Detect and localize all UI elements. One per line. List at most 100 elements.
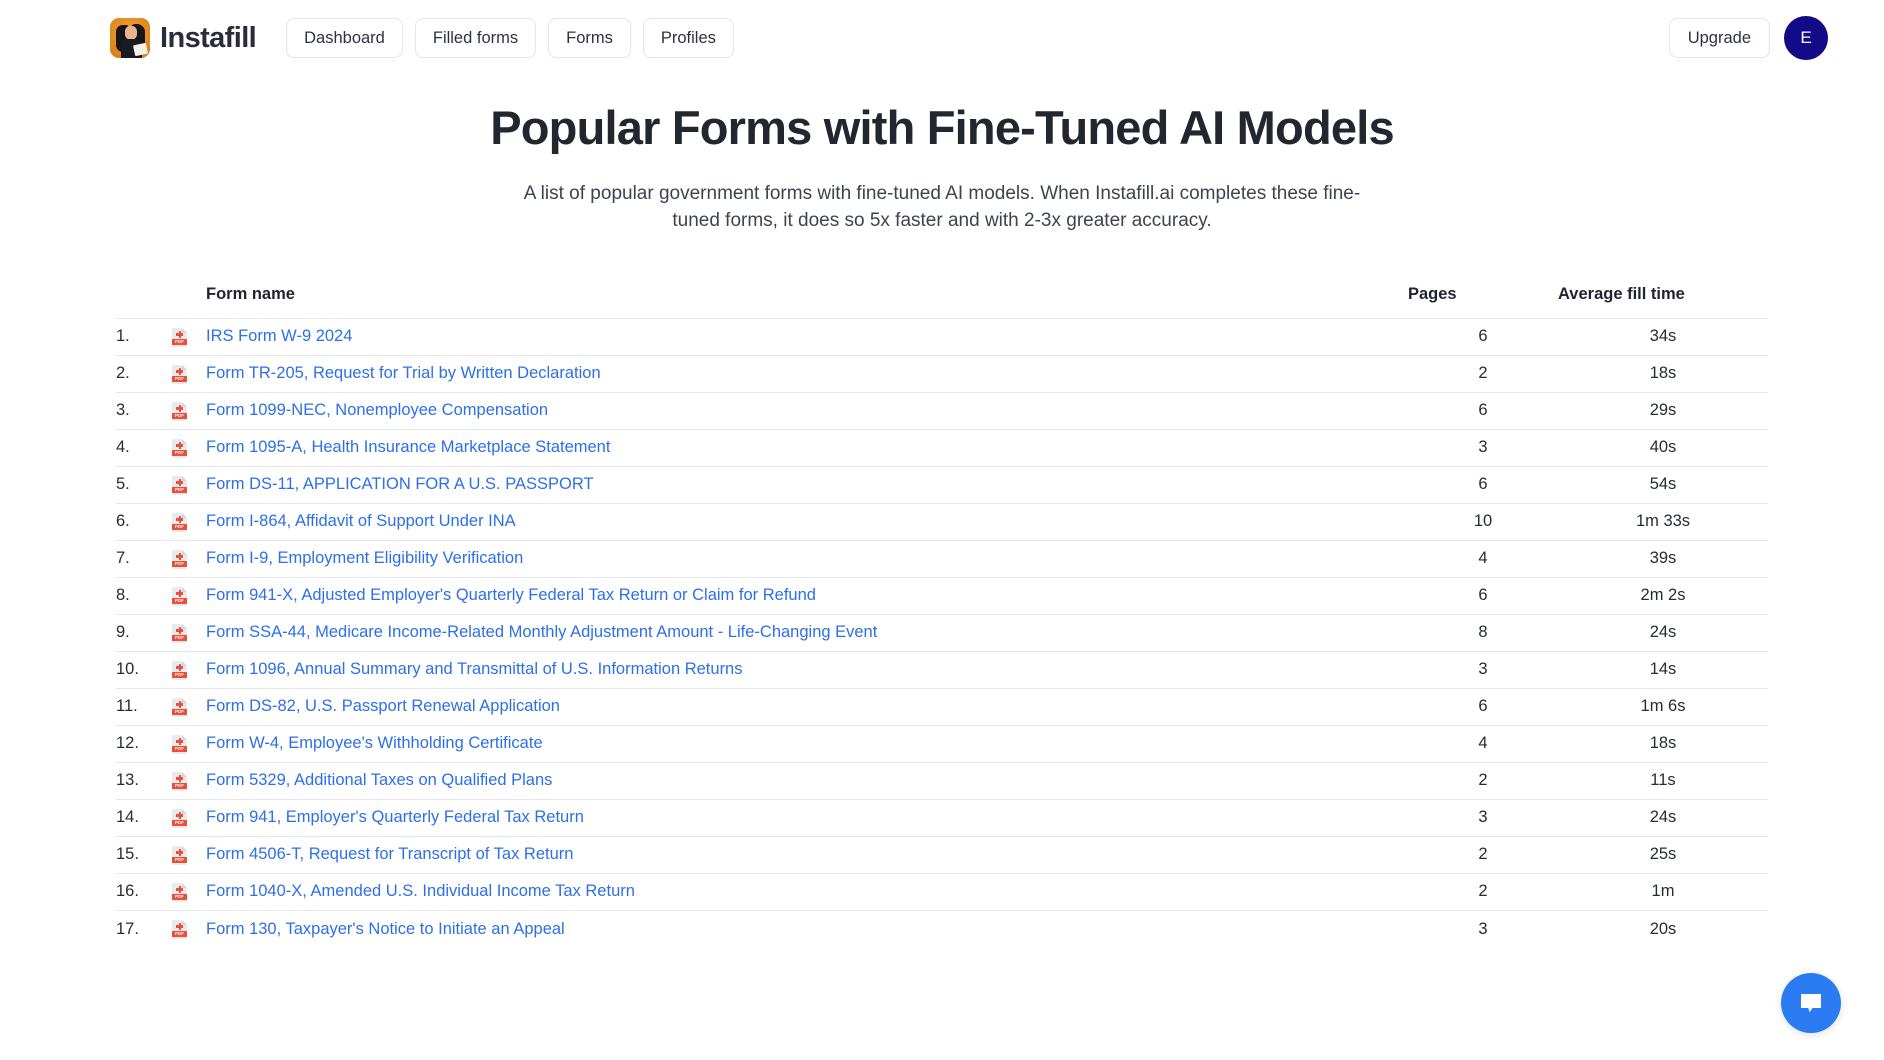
row-average-fill-time: 25s (1558, 835, 1768, 874)
upgrade-button[interactable]: Upgrade (1668, 18, 1770, 58)
form-link[interactable]: Form 1040-X, Amended U.S. Individual Inc… (206, 882, 635, 900)
pdf-file-icon: PDF (172, 586, 187, 606)
table-head: Form name Pages Average fill time (116, 285, 1768, 319)
row-average-fill-time: 24s (1558, 613, 1768, 652)
row-pages: 8 (1408, 613, 1558, 652)
row-index: 10. (116, 650, 172, 689)
chat-widget-button[interactable] (1781, 973, 1841, 1033)
page-subtitle: A list of popular government forms with … (523, 183, 1361, 231)
form-link[interactable]: Form 1099-NEC, Nonemployee Compensation (206, 401, 548, 419)
row-form-name-cell: Form 1095-A, Health Insurance Marketplac… (206, 428, 1408, 467)
pdf-file-icon: PDF (172, 697, 187, 717)
table-row: 1. PDF IRS Form W-9 2024 6 34s (116, 317, 1768, 356)
row-icon-cell: PDF (172, 354, 206, 393)
pdf-file-icon: PDF (172, 882, 187, 902)
row-pages: 2 (1408, 835, 1558, 874)
row-icon-cell: PDF (172, 724, 206, 763)
pdf-file-icon: PDF (172, 845, 187, 865)
nav-profiles[interactable]: Profiles (642, 18, 734, 58)
row-form-name-cell: Form 1096, Annual Summary and Transmitta… (206, 650, 1408, 689)
row-form-name-cell: Form I-864, Affidavit of Support Under I… (206, 502, 1408, 541)
row-average-fill-time: 54s (1558, 465, 1768, 504)
row-form-name-cell: Form I-9, Employment Eligibility Verific… (206, 539, 1408, 578)
brand[interactable]: Instafill (110, 18, 257, 58)
row-average-fill-time: 40s (1558, 428, 1768, 467)
form-link[interactable]: Form 4506-T, Request for Transcript of T… (206, 845, 573, 863)
row-average-fill-time: 1m 33s (1558, 502, 1768, 541)
row-pages: 4 (1408, 724, 1558, 763)
row-index: 2. (116, 354, 172, 393)
row-index: 4. (116, 428, 172, 467)
table-row: 6. PDF Form I-864, Affidavit of Support Un… (116, 502, 1768, 541)
top-header: Instafill Dashboard Filled forms Forms P… (0, 0, 1884, 76)
table-row: 11. PDF Form DS-82, U.S. Passport Renewal … (116, 687, 1768, 726)
pdf-file-icon: PDF (172, 327, 187, 347)
row-index: 16. (116, 872, 172, 911)
row-form-name-cell: Form 4506-T, Request for Transcript of T… (206, 835, 1408, 874)
row-index: 7. (116, 539, 172, 578)
row-form-name-cell: IRS Form W-9 2024 (206, 317, 1408, 356)
pdf-file-icon: PDF (172, 660, 187, 680)
row-average-fill-time: 24s (1558, 798, 1768, 837)
row-icon-cell: PDF (172, 317, 206, 356)
row-form-name-cell: Form W-4, Employee's Withholding Certifi… (206, 724, 1408, 763)
forms-table: Form name Pages Average fill time 1. PDF I… (116, 285, 1768, 948)
row-index: 13. (116, 761, 172, 800)
pdf-file-icon: PDF (172, 512, 187, 532)
form-link[interactable]: Form I-9, Employment Eligibility Verific… (206, 549, 523, 567)
form-link[interactable]: Form TR-205, Request for Trial by Writte… (206, 364, 601, 382)
table-row: 12. PDF Form W-4, Employee's Withholding C… (116, 724, 1768, 763)
form-link[interactable]: IRS Form W-9 2024 (206, 327, 352, 345)
row-pages: 6 (1408, 391, 1558, 430)
row-index: 6. (116, 502, 172, 541)
table-row: 15. PDF Form 4506-T, Request for Transcrip… (116, 835, 1768, 874)
form-link[interactable]: Form I-864, Affidavit of Support Under I… (206, 512, 516, 530)
table-row: 9. PDF Form SSA-44, Medicare Income-Relate… (116, 613, 1768, 652)
nav-forms[interactable]: Forms (548, 18, 631, 58)
table-row: 10. PDF Form 1096, Annual Summary and Tran… (116, 650, 1768, 689)
form-link[interactable]: Form DS-11, APPLICATION FOR A U.S. PASSP… (206, 475, 594, 493)
row-average-fill-time: 1m 6s (1558, 687, 1768, 726)
form-link[interactable]: Form 1096, Annual Summary and Transmitta… (206, 660, 742, 678)
row-average-fill-time: 14s (1558, 650, 1768, 689)
row-form-name-cell: Form DS-82, U.S. Passport Renewal Applic… (206, 687, 1408, 726)
form-link[interactable]: Form 941-X, Adjusted Employer's Quarterl… (206, 586, 816, 604)
row-index: 15. (116, 835, 172, 874)
row-index: 17. (116, 909, 172, 948)
chat-bubble-icon (1801, 994, 1821, 1013)
row-icon-cell: PDF (172, 650, 206, 689)
row-index: 9. (116, 613, 172, 652)
row-index: 5. (116, 465, 172, 504)
pdf-file-icon: PDF (172, 401, 187, 421)
row-average-fill-time: 29s (1558, 391, 1768, 430)
table-row: 3. PDF Form 1099-NEC, Nonemployee Compensa… (116, 391, 1768, 430)
column-header-index (116, 285, 172, 319)
nav-filled-forms[interactable]: Filled forms (414, 18, 537, 58)
row-pages: 6 (1408, 576, 1558, 615)
row-pages: 10 (1408, 502, 1558, 541)
row-pages: 6 (1408, 465, 1558, 504)
row-icon-cell: PDF (172, 391, 206, 430)
main-nav: Dashboard Filled forms Forms Profiles (286, 18, 734, 58)
form-link[interactable]: Form 5329, Additional Taxes on Qualified… (206, 771, 552, 789)
form-link[interactable]: Form SSA-44, Medicare Income-Related Mon… (206, 623, 877, 641)
form-link[interactable]: Form 1095-A, Health Insurance Marketplac… (206, 438, 610, 456)
page-title: Popular Forms with Fine-Tuned AI Models (490, 101, 1394, 154)
row-pages: 2 (1408, 354, 1558, 393)
user-avatar[interactable]: E (1784, 16, 1828, 60)
column-header-icon (172, 285, 206, 319)
pdf-file-icon: PDF (172, 623, 187, 643)
row-form-name-cell: Form 941, Employer's Quarterly Federal T… (206, 798, 1408, 837)
form-link[interactable]: Form W-4, Employee's Withholding Certifi… (206, 734, 543, 752)
row-icon-cell: PDF (172, 872, 206, 911)
form-link[interactable]: Form 941, Employer's Quarterly Federal T… (206, 808, 584, 826)
form-link[interactable]: Form DS-82, U.S. Passport Renewal Applic… (206, 697, 560, 715)
table-row: 8. PDF Form 941-X, Adjusted Employer's Qua… (116, 576, 1768, 615)
nav-dashboard[interactable]: Dashboard (286, 18, 403, 58)
pdf-file-icon: PDF (172, 808, 187, 828)
column-header-form-name: Form name (206, 284, 295, 303)
row-form-name-cell: Form 1040-X, Amended U.S. Individual Inc… (206, 872, 1408, 911)
table-row: 7. PDF Form I-9, Employment Eligibility Ve… (116, 539, 1768, 578)
form-link[interactable]: Form 130, Taxpayer's Notice to Initiate … (206, 920, 565, 938)
row-form-name-cell: Form SSA-44, Medicare Income-Related Mon… (206, 613, 1408, 652)
